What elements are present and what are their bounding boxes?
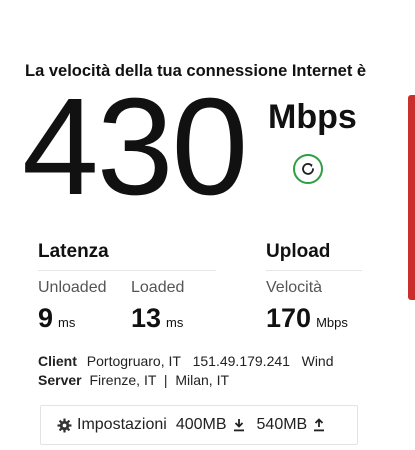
upload-divider	[266, 270, 362, 271]
refresh-button[interactable]	[293, 154, 323, 184]
upload-heading: Upload	[266, 241, 331, 262]
settings-bar[interactable]: Impostazioni 400MB 540MB	[40, 405, 358, 445]
server-label: Server	[38, 372, 82, 388]
upload-speed-unit: Mbps	[316, 315, 348, 330]
side-edge-bar	[408, 95, 415, 300]
client-info: Client Portogruaro, IT 151.49.179.241 Wi…	[38, 353, 334, 369]
upload-icon	[314, 418, 325, 432]
unloaded-latency-unit: ms	[58, 315, 76, 330]
download-icon	[233, 419, 244, 432]
unloaded-latency-value: 9	[38, 303, 54, 333]
upload-speed: 170 Mbps	[266, 303, 348, 334]
gear-icon	[57, 417, 72, 433]
loaded-label: Loaded	[131, 279, 185, 296]
upload-size: 540MB	[256, 416, 308, 433]
client-label: Client	[38, 353, 77, 369]
server-locations: Firenze, IT | Milan, IT	[89, 372, 230, 388]
loaded-latency: 13 ms	[131, 303, 183, 334]
unloaded-label: Unloaded	[38, 279, 107, 296]
download-size: 400MB	[175, 416, 227, 433]
download-speed-unit: Mbps	[268, 98, 357, 136]
server-info: Server Firenze, IT | Milan, IT	[38, 372, 229, 388]
settings-label: Impostazioni	[77, 416, 167, 433]
latency-divider	[38, 270, 216, 271]
latency-heading: Latenza	[38, 241, 109, 262]
refresh-icon	[302, 163, 314, 175]
client-isp: Wind	[301, 353, 334, 369]
loaded-latency-unit: ms	[166, 315, 184, 330]
download-speed-value: 430	[22, 70, 248, 224]
client-location: Portogruaro, IT	[86, 353, 181, 369]
client-ip: 151.49.179.241	[192, 353, 290, 369]
upload-speed-label: Velocità	[266, 279, 323, 296]
upload-speed-value: 170	[266, 303, 312, 333]
unloaded-latency: 9 ms	[38, 303, 75, 334]
loaded-latency-value: 13	[131, 303, 162, 333]
